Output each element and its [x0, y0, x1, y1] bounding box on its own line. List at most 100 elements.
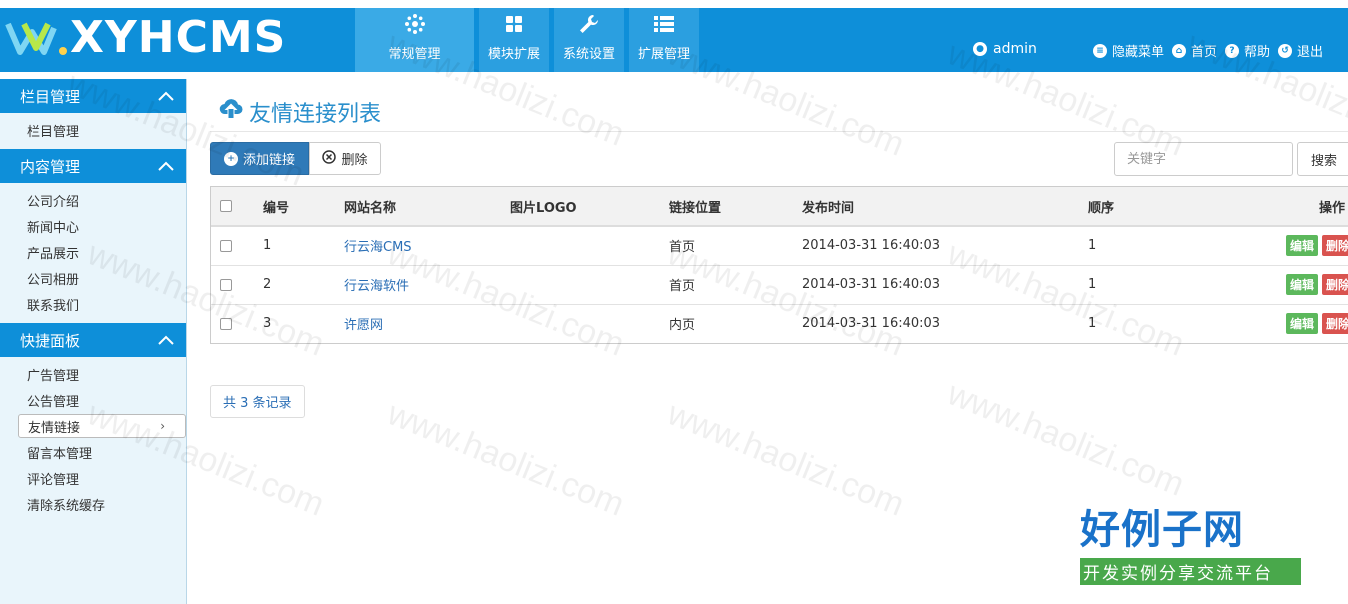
edit-button[interactable]: 编辑	[1285, 274, 1318, 295]
cloud-upload-icon	[219, 98, 243, 126]
logo-text: XYHCMS	[70, 12, 287, 63]
delete-label: 删除	[341, 153, 368, 168]
search-button[interactable]: 搜索	[1297, 142, 1348, 176]
page-title: 友情连接列表	[219, 96, 381, 128]
sidebar-item-column-manage[interactable]: 栏目管理	[0, 117, 186, 143]
remove-button[interactable]: 删除	[1321, 274, 1348, 295]
logout-label: 退出	[1297, 45, 1324, 60]
sidebar-item-ads[interactable]: 广告管理	[0, 361, 186, 387]
col-id[interactable]: 编号	[263, 187, 344, 227]
col-logo[interactable]: 图片LOGO	[510, 187, 669, 227]
right-nav: ≡ 隐藏菜单 ⌂ 首页 ? 帮助 ↺ 退出	[1093, 41, 1323, 60]
record-count: 共 3 条记录	[210, 385, 305, 418]
cell-logo	[510, 304, 669, 343]
sidebar-item-products[interactable]: 产品展示	[0, 239, 186, 265]
cell-order: 1	[1088, 316, 1097, 332]
search-input[interactable]	[1114, 142, 1293, 176]
user-menu[interactable]: ● admin	[973, 41, 1037, 57]
close-circle-icon	[322, 149, 337, 168]
col-position[interactable]: 链接位置	[669, 187, 802, 227]
top-nav: 常规管理 模块扩展 系统设置 扩展管理	[355, 8, 704, 72]
sidebar-section-header[interactable]: 栏目管理	[0, 79, 186, 113]
list-circle-icon: ≡	[1093, 43, 1107, 58]
cell-position: 内页	[669, 318, 696, 334]
nav-item-extensions[interactable]: 扩展管理	[629, 8, 699, 72]
user-icon: ●	[973, 42, 987, 56]
title-divider	[210, 131, 1348, 132]
hide-menu-link[interactable]: ≡ 隐藏菜单	[1093, 41, 1164, 60]
nav-label: 模块扩展	[487, 47, 540, 62]
cell-id: 1	[263, 238, 272, 254]
brand-watermark-sub: 开发实例分享交流平台	[1080, 558, 1301, 585]
nav-item-settings[interactable]: 系统设置	[554, 8, 624, 72]
grid-icon	[503, 13, 525, 35]
edit-button[interactable]: 编辑	[1285, 313, 1318, 335]
sidebar-item-album[interactable]: 公司相册	[0, 265, 186, 291]
links-table: 编号 网站名称 图片LOGO 链接位置 发布时间 顺序 操作 1 行云海CMS …	[210, 186, 1348, 344]
cell-order: 1	[1088, 277, 1097, 292]
sidebar-item-label: 友情链接	[28, 420, 81, 436]
cell-order: 1	[1088, 238, 1097, 254]
user-name: admin	[993, 41, 1037, 57]
sidebar-item-notices[interactable]: 公告管理	[0, 387, 186, 413]
table-row: 2 行云海软件 首页 2014-03-31 16:40:03 1 编辑 删除	[211, 265, 1348, 304]
sidebar-section-header[interactable]: 内容管理	[0, 149, 186, 183]
add-link-button[interactable]: + 添加链接	[210, 142, 309, 175]
col-order[interactable]: 顺序	[1088, 187, 1208, 227]
sidebar-section-title: 栏目管理	[20, 87, 81, 106]
brand-watermark: 好例子网 开发实例分享交流平台	[1080, 508, 1301, 585]
remove-button[interactable]: 删除	[1321, 235, 1348, 257]
edit-button[interactable]: 编辑	[1285, 235, 1318, 257]
nav-item-modules[interactable]: 模块扩展	[479, 8, 549, 72]
cell-logo	[510, 226, 669, 265]
sidebar-item-news[interactable]: 新闻中心	[0, 213, 186, 239]
nav-label: 扩展管理	[637, 47, 690, 62]
help-icon: ?	[1225, 43, 1240, 58]
site-name-link[interactable]: 许愿网	[344, 318, 383, 333]
cell-position: 首页	[669, 279, 696, 294]
table-header-row: 编号 网站名称 图片LOGO 链接位置 发布时间 顺序 操作	[211, 187, 1348, 227]
sidebar-section-header[interactable]: 快捷面板	[0, 323, 186, 357]
nav-item-general[interactable]: 常规管理	[355, 8, 474, 72]
sidebar-item-guestbook[interactable]: 留言本管理	[0, 439, 186, 465]
list-icon	[653, 13, 675, 35]
chevron-up-icon	[158, 87, 174, 105]
nav-label: 系统设置	[562, 47, 615, 62]
sidebar-item-links[interactable]: 友情链接 ›	[18, 414, 186, 438]
logout-icon: ↺	[1278, 43, 1293, 58]
sidebar-item-company-intro[interactable]: 公司介绍	[0, 187, 186, 213]
sidebar-section-title: 快捷面板	[20, 331, 81, 350]
col-time[interactable]: 发布时间	[802, 187, 1088, 227]
table-row: 1 行云海CMS 首页 2014-03-31 16:40:03 1 编辑 删除	[211, 226, 1348, 265]
cell-time: 2014-03-31 16:40:03	[802, 238, 941, 254]
cell-id: 3	[263, 316, 272, 332]
chevron-right-icon: ›	[160, 419, 165, 433]
col-actions: 操作	[1208, 187, 1348, 227]
logo-icon	[5, 22, 67, 55]
sidebar-item-comments[interactable]: 评论管理	[0, 465, 186, 491]
add-link-label: 添加链接	[242, 153, 295, 168]
select-all-checkbox[interactable]	[220, 200, 232, 212]
nav-label: 常规管理	[388, 47, 441, 62]
plus-circle-icon: +	[223, 151, 238, 166]
row-checkbox[interactable]	[220, 317, 232, 330]
site-name-link[interactable]: 行云海软件	[344, 279, 409, 294]
row-checkbox[interactable]	[220, 239, 232, 252]
home-link[interactable]: ⌂ 首页	[1172, 41, 1217, 60]
page-title-text: 友情连接列表	[249, 102, 382, 127]
sidebar-item-contact[interactable]: 联系我们	[0, 291, 186, 317]
logout-link[interactable]: ↺ 退出	[1278, 41, 1323, 60]
brand-watermark-title: 好例子网	[1080, 506, 1244, 553]
remove-button[interactable]: 删除	[1321, 313, 1348, 335]
site-name-link[interactable]: 行云海CMS	[344, 240, 412, 255]
gear-flower-icon	[404, 13, 426, 35]
col-site-name[interactable]: 网站名称	[344, 187, 510, 227]
logo[interactable]: XYHCMS	[4, 12, 287, 63]
delete-button[interactable]: 删除	[309, 142, 381, 175]
sidebar-item-clear-cache[interactable]: 清除系统缓存	[0, 491, 186, 517]
row-checkbox[interactable]	[220, 278, 232, 291]
help-link[interactable]: ? 帮助	[1225, 41, 1270, 60]
cell-position: 首页	[669, 240, 696, 256]
cell-logo	[510, 265, 669, 304]
chevron-up-icon	[158, 157, 174, 175]
